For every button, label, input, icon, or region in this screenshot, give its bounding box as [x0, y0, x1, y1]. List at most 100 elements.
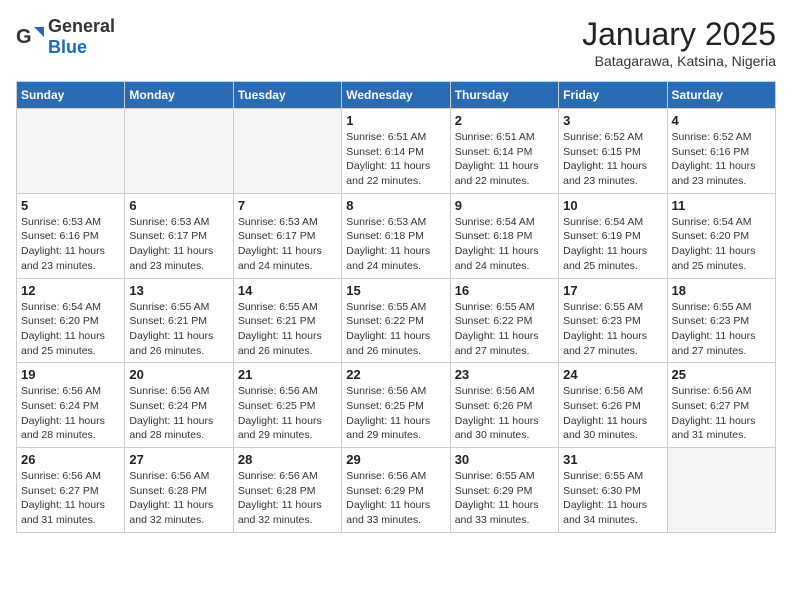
day-number: 10 [563, 198, 662, 213]
calendar-day-cell: 7 Sunrise: 6:53 AM Sunset: 6:17 PM Daylig… [233, 193, 341, 278]
calendar-day-cell: 9Sunrise: 6:54 AM Sunset: 6:18 PM Daylig… [450, 193, 558, 278]
day-number: 30 [455, 452, 554, 467]
day-info: Sunrise: 6:51 AM Sunset: 6:14 PM Dayligh… [455, 130, 554, 189]
calendar-week-row: 5 Sunrise: 6:53 AM Sunset: 6:16 PM Daylig… [17, 193, 776, 278]
logo-icon: G [16, 23, 44, 51]
weekday-header-thursday: Thursday [450, 82, 558, 109]
calendar-day-cell: 21 Sunrise: 6:56 AM Sunset: 6:25 PM Dayli… [233, 363, 341, 448]
day-number: 4 [672, 113, 771, 128]
weekday-header-tuesday: Tuesday [233, 82, 341, 109]
day-info: Sunrise: 6:54 AM Sunset: 6:20 PM Dayligh… [672, 215, 771, 274]
day-info: Sunrise: 6:55 AM Sunset: 6:23 PM Dayligh… [563, 300, 662, 359]
day-info: Sunrise: 6:56 AM Sunset: 6:26 PM Dayligh… [455, 384, 554, 443]
day-info: Sunrise: 6:55 AM Sunset: 6:22 PM Dayligh… [346, 300, 445, 359]
calendar-day-cell: 25 Sunrise: 6:56 AM Sunset: 6:27 PM Dayli… [667, 363, 775, 448]
calendar-day-cell: 5 Sunrise: 6:53 AM Sunset: 6:16 PM Daylig… [17, 193, 125, 278]
day-number: 22 [346, 367, 445, 382]
day-info: Sunrise: 6:56 AM Sunset: 6:26 PM Dayligh… [563, 384, 662, 443]
calendar-day-cell: 4 Sunrise: 6:52 AM Sunset: 6:16 PM Daylig… [667, 109, 775, 194]
day-info: Sunrise: 6:56 AM Sunset: 6:24 PM Dayligh… [21, 384, 120, 443]
logo-general: General [48, 16, 115, 36]
calendar-day-cell: 24 Sunrise: 6:56 AM Sunset: 6:26 PM Dayli… [559, 363, 667, 448]
day-number: 8 [346, 198, 445, 213]
day-info: Sunrise: 6:53 AM Sunset: 6:18 PM Dayligh… [346, 215, 445, 274]
calendar-week-row: 12Sunrise: 6:54 AM Sunset: 6:20 PM Dayli… [17, 278, 776, 363]
logo-blue: Blue [48, 37, 87, 57]
weekday-header-row: SundayMondayTuesdayWednesdayThursdayFrid… [17, 82, 776, 109]
calendar-day-cell: 27 Sunrise: 6:56 AM Sunset: 6:28 PM Dayli… [125, 448, 233, 533]
calendar-week-row: 1 Sunrise: 6:51 AM Sunset: 6:14 PM Daylig… [17, 109, 776, 194]
day-info: Sunrise: 6:56 AM Sunset: 6:25 PM Dayligh… [346, 384, 445, 443]
day-info: Sunrise: 6:56 AM Sunset: 6:28 PM Dayligh… [129, 469, 228, 528]
day-info: Sunrise: 6:56 AM Sunset: 6:28 PM Dayligh… [238, 469, 337, 528]
calendar-day-cell: 28 Sunrise: 6:56 AM Sunset: 6:28 PM Dayli… [233, 448, 341, 533]
calendar-day-cell: 3 Sunrise: 6:52 AM Sunset: 6:15 PM Daylig… [559, 109, 667, 194]
day-number: 17 [563, 283, 662, 298]
calendar-day-cell: 11 Sunrise: 6:54 AM Sunset: 6:20 PM Dayli… [667, 193, 775, 278]
calendar-subtitle: Batagarawa, Katsina, Nigeria [582, 53, 776, 69]
day-number: 11 [672, 198, 771, 213]
day-number: 23 [455, 367, 554, 382]
calendar-day-cell: 1Sunrise: 6:51 AM Sunset: 6:14 PM Daylig… [342, 109, 450, 194]
day-number: 18 [672, 283, 771, 298]
calendar-day-cell [667, 448, 775, 533]
calendar-day-cell: 14Sunrise: 6:55 AM Sunset: 6:21 PM Dayli… [233, 278, 341, 363]
day-number: 15 [346, 283, 445, 298]
day-number: 3 [563, 113, 662, 128]
day-info: Sunrise: 6:53 AM Sunset: 6:16 PM Dayligh… [21, 215, 120, 274]
day-number: 25 [672, 367, 771, 382]
weekday-header-saturday: Saturday [667, 82, 775, 109]
calendar-table: SundayMondayTuesdayWednesdayThursdayFrid… [16, 81, 776, 533]
calendar-day-cell: 12Sunrise: 6:54 AM Sunset: 6:20 PM Dayli… [17, 278, 125, 363]
day-number: 7 [238, 198, 337, 213]
day-info: Sunrise: 6:54 AM Sunset: 6:20 PM Dayligh… [21, 300, 120, 359]
weekday-header-wednesday: Wednesday [342, 82, 450, 109]
calendar-day-cell: 20 Sunrise: 6:56 AM Sunset: 6:24 PM Dayli… [125, 363, 233, 448]
svg-text:G: G [16, 26, 32, 48]
calendar-day-cell: 13 Sunrise: 6:55 AM Sunset: 6:21 PM Dayli… [125, 278, 233, 363]
day-info: Sunrise: 6:56 AM Sunset: 6:29 PM Dayligh… [346, 469, 445, 528]
day-number: 2 [455, 113, 554, 128]
day-info: Sunrise: 6:56 AM Sunset: 6:24 PM Dayligh… [129, 384, 228, 443]
calendar-day-cell: 16 Sunrise: 6:55 AM Sunset: 6:22 PM Dayli… [450, 278, 558, 363]
day-info: Sunrise: 6:55 AM Sunset: 6:30 PM Dayligh… [563, 469, 662, 528]
day-info: Sunrise: 6:53 AM Sunset: 6:17 PM Dayligh… [238, 215, 337, 274]
day-number: 27 [129, 452, 228, 467]
day-info: Sunrise: 6:53 AM Sunset: 6:17 PM Dayligh… [129, 215, 228, 274]
day-number: 28 [238, 452, 337, 467]
day-info: Sunrise: 6:56 AM Sunset: 6:27 PM Dayligh… [672, 384, 771, 443]
day-info: Sunrise: 6:54 AM Sunset: 6:19 PM Dayligh… [563, 215, 662, 274]
calendar-week-row: 19 Sunrise: 6:56 AM Sunset: 6:24 PM Dayli… [17, 363, 776, 448]
calendar-day-cell: 23 Sunrise: 6:56 AM Sunset: 6:26 PM Dayli… [450, 363, 558, 448]
day-number: 24 [563, 367, 662, 382]
calendar-day-cell: 10 Sunrise: 6:54 AM Sunset: 6:19 PM Dayli… [559, 193, 667, 278]
calendar-day-cell: 8 Sunrise: 6:53 AM Sunset: 6:18 PM Daylig… [342, 193, 450, 278]
calendar-day-cell: 19 Sunrise: 6:56 AM Sunset: 6:24 PM Dayli… [17, 363, 125, 448]
calendar-day-cell: 15 Sunrise: 6:55 AM Sunset: 6:22 PM Dayli… [342, 278, 450, 363]
day-number: 20 [129, 367, 228, 382]
day-number: 29 [346, 452, 445, 467]
day-number: 13 [129, 283, 228, 298]
calendar-day-cell: 26 Sunrise: 6:56 AM Sunset: 6:27 PM Dayli… [17, 448, 125, 533]
day-number: 1 [346, 113, 445, 128]
day-number: 19 [21, 367, 120, 382]
calendar-day-cell: 17 Sunrise: 6:55 AM Sunset: 6:23 PM Dayli… [559, 278, 667, 363]
day-info: Sunrise: 6:56 AM Sunset: 6:27 PM Dayligh… [21, 469, 120, 528]
calendar-day-cell: 6 Sunrise: 6:53 AM Sunset: 6:17 PM Daylig… [125, 193, 233, 278]
day-number: 26 [21, 452, 120, 467]
logo: G General Blue [16, 16, 115, 58]
day-info: Sunrise: 6:52 AM Sunset: 6:15 PM Dayligh… [563, 130, 662, 189]
day-info: Sunrise: 6:56 AM Sunset: 6:25 PM Dayligh… [238, 384, 337, 443]
weekday-header-sunday: Sunday [17, 82, 125, 109]
calendar-day-cell [233, 109, 341, 194]
day-number: 14 [238, 283, 337, 298]
day-number: 16 [455, 283, 554, 298]
day-number: 6 [129, 198, 228, 213]
day-number: 31 [563, 452, 662, 467]
day-info: Sunrise: 6:55 AM Sunset: 6:21 PM Dayligh… [129, 300, 228, 359]
calendar-day-cell: 18Sunrise: 6:55 AM Sunset: 6:23 PM Dayli… [667, 278, 775, 363]
day-info: Sunrise: 6:55 AM Sunset: 6:22 PM Dayligh… [455, 300, 554, 359]
day-info: Sunrise: 6:52 AM Sunset: 6:16 PM Dayligh… [672, 130, 771, 189]
day-number: 5 [21, 198, 120, 213]
day-number: 21 [238, 367, 337, 382]
